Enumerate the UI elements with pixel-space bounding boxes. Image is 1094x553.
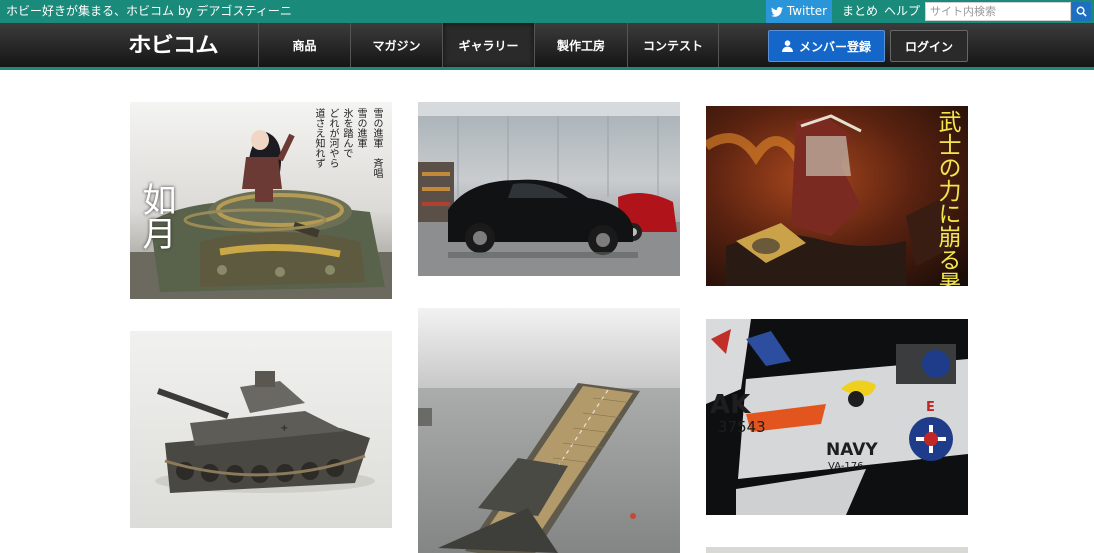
poem-line: 道さえ知れず (313, 108, 324, 168)
login-label: ログイン (904, 39, 953, 54)
navbar-accent-line (0, 67, 1094, 70)
jet-marking-serial: 37543 (718, 418, 766, 436)
nav-item-label: マガジン (372, 38, 421, 53)
login-button[interactable]: ログイン (890, 30, 968, 62)
twitter-label: Twitter (786, 4, 828, 18)
site-logo[interactable]: ホビコム (128, 33, 219, 57)
poem-line: 氷を踏んで (341, 108, 352, 158)
user-icon (781, 40, 793, 52)
nav-item-gallery[interactable]: ギャラリー (442, 23, 534, 67)
aircraft-carrier-photo (418, 308, 680, 553)
site-search-input[interactable] (925, 2, 1071, 21)
jet-marking-navy: NAVY (826, 440, 878, 460)
member-register-label: メンバー登録 (798, 39, 871, 54)
poem-line: どれが河やら (327, 108, 338, 168)
nav-item-contest[interactable]: コンテスト (627, 23, 719, 67)
gallery-tile-jet[interactable]: AK 37543 NAVY VA-176 E (706, 319, 968, 515)
search-icon (1076, 6, 1087, 17)
nav-item-label: ギャラリー (458, 38, 519, 53)
gallery-tile-tank[interactable]: + (130, 331, 392, 528)
tile-title-kisaragi: 如月 (136, 182, 176, 250)
twitter-button[interactable]: Twitter (766, 0, 832, 23)
site-tagline: ホビー好きが集まる、ホビコム by デアゴスティーニ (6, 4, 292, 18)
help-link[interactable]: ヘルプ (884, 0, 920, 23)
nav-item-label: 製作工房 (556, 38, 605, 53)
samurai-diorama-photo (706, 106, 968, 286)
gallery-tile-partial[interactable] (706, 547, 968, 553)
gallery-tile-tank-figure[interactable]: 如月 雪の進軍 斉唱 雪の進軍 氷を踏んで どれが河やら 道さえ知れず (130, 102, 392, 299)
gallery-tile-carrier[interactable] (418, 308, 680, 553)
search-button[interactable] (1072, 2, 1091, 21)
jet-marking-ak: AK (710, 390, 751, 420)
matome-link[interactable]: まとめ (842, 0, 878, 23)
tile-title-samurai: 武士の力に崩る暑き夜 (934, 110, 960, 286)
nav-item-magazine[interactable]: マガジン (350, 23, 442, 67)
poem-line: 雪の進軍 斉唱 (371, 108, 382, 178)
jet-marking-e: E (926, 400, 935, 415)
poem-line: 雪の進軍 (355, 108, 366, 148)
nav-item-workshop[interactable]: 製作工房 (534, 23, 627, 67)
twitter-bird-icon (770, 6, 783, 17)
sports-car-photo (418, 102, 680, 276)
jet-marking-squadron: VA-176 (828, 461, 864, 472)
gallery-tile-sports-car[interactable] (418, 102, 680, 276)
nav-item-label: 商品 (292, 38, 317, 53)
member-register-button[interactable]: メンバー登録 (768, 30, 885, 62)
nav-item-label: コンテスト (642, 38, 703, 53)
tank-model-photo: + (130, 331, 392, 528)
gallery-tile-samurai[interactable]: 武士の力に崩る暑き夜 (706, 106, 968, 286)
svg-text:+: + (280, 423, 288, 434)
nav-item-products[interactable]: 商品 (258, 23, 350, 67)
